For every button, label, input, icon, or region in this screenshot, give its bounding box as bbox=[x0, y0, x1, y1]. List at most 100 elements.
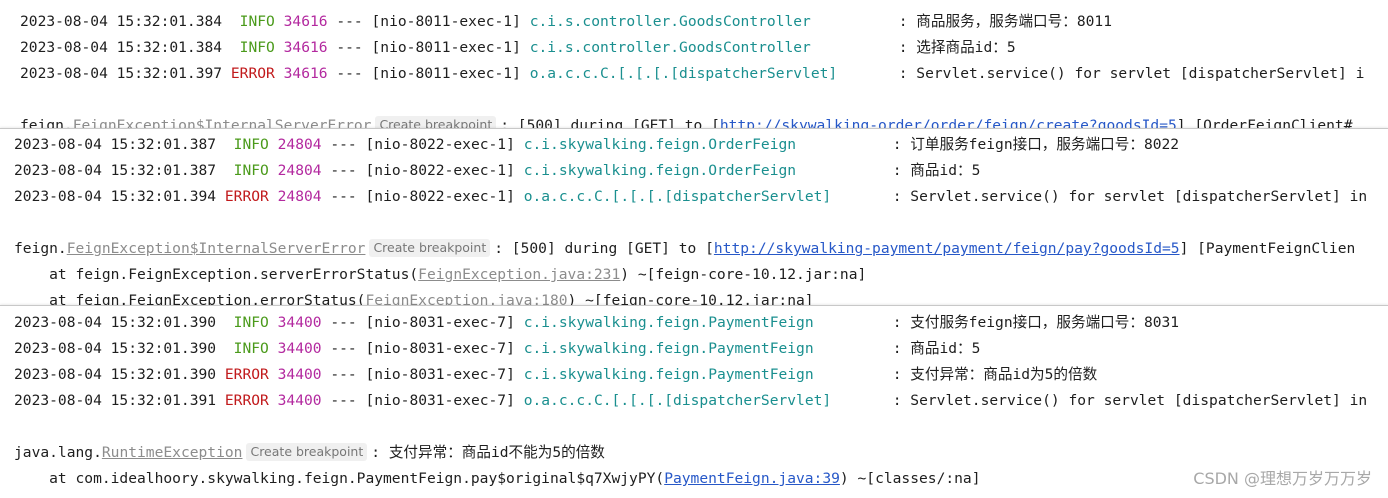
log-timestamp: 2023-08-04 15:32:01.387 bbox=[14, 136, 217, 153]
exception-line: java.lang.RuntimeException Create breakpo… bbox=[14, 440, 605, 466]
log-line: 2023-08-04 15:32:01.391 ERROR 34400 --- … bbox=[14, 392, 1368, 409]
exception-package: java.lang. bbox=[14, 444, 102, 461]
log-message: 商品id：5 bbox=[910, 340, 981, 357]
stack-frame-jar: ) ~[feign-core-10.12.jar:na] bbox=[620, 266, 867, 283]
log-pid: 34400 bbox=[277, 392, 322, 409]
log-separator: --- bbox=[330, 340, 357, 357]
log-separator: --- bbox=[330, 314, 357, 331]
log-thread: [nio-8031-exec-7] bbox=[365, 314, 515, 331]
log-message: 商品服务，服务端口号：8011 bbox=[916, 13, 1112, 30]
log-pid: 24804 bbox=[277, 162, 322, 179]
log-timestamp: 2023-08-04 15:32:01.384 bbox=[20, 39, 223, 56]
console-panel-order-service: 2023-08-04 15:32:01.387 INFO 24804 --- [… bbox=[0, 128, 1388, 307]
stack-frame: at feign.FeignException.serverErrorStatu… bbox=[14, 262, 866, 288]
log-pid: 34400 bbox=[277, 366, 322, 383]
log-level: INFO bbox=[239, 39, 275, 56]
stack-frame-jar: ) ~[classes/:na] bbox=[839, 470, 981, 487]
log-pid: 24804 bbox=[277, 188, 322, 205]
log-line: 2023-08-04 15:32:01.394 ERROR 24804 --- … bbox=[14, 188, 1368, 205]
stack-frame-method: at feign.FeignException.serverErrorStatu… bbox=[14, 266, 419, 283]
log-thread: [nio-8011-exec-1] bbox=[371, 65, 521, 82]
stack-frame-source-link[interactable]: PaymentFeign.java:39 bbox=[664, 470, 840, 487]
stack-frame: at com.idealhoory.skywalking.feign.Payme… bbox=[14, 466, 981, 492]
log-separator: --- bbox=[336, 39, 363, 56]
log-separator: --- bbox=[330, 392, 357, 409]
log-level: INFO bbox=[233, 162, 269, 179]
log-line: 2023-08-04 15:32:01.390 INFO 34400 --- [… bbox=[14, 314, 1180, 331]
log-pid: 34400 bbox=[277, 314, 322, 331]
exception-package: feign. bbox=[14, 240, 67, 257]
log-separator: --- bbox=[330, 366, 357, 383]
log-logger: o.a.c.c.C.[.[.[.[dispatcherServlet] bbox=[529, 65, 838, 82]
log-timestamp: 2023-08-04 15:32:01.387 bbox=[14, 162, 217, 179]
log-logger: c.i.s.controller.GoodsController bbox=[529, 13, 811, 30]
log-line: 2023-08-04 15:32:01.390 ERROR 34400 --- … bbox=[14, 366, 1098, 383]
log-level: ERROR bbox=[224, 392, 269, 409]
log-logger: c.i.skywalking.feign.OrderFeign bbox=[523, 136, 797, 153]
log-logger: o.a.c.c.C.[.[.[.[dispatcherServlet] bbox=[523, 188, 832, 205]
exception-class-link[interactable]: FeignException$InternalServerError bbox=[67, 240, 366, 257]
log-timestamp: 2023-08-04 15:32:01.397 bbox=[20, 65, 223, 82]
log-separator: --- bbox=[336, 65, 363, 82]
log-level: ERROR bbox=[224, 188, 269, 205]
log-timestamp: 2023-08-04 15:32:01.390 bbox=[14, 340, 217, 357]
log-pid: 34616 bbox=[283, 39, 328, 56]
log-thread: [nio-8031-exec-7] bbox=[365, 366, 515, 383]
log-level: ERROR bbox=[224, 366, 269, 383]
log-line: 2023-08-04 15:32:01.387 INFO 24804 --- [… bbox=[14, 136, 1180, 153]
log-logger: c.i.s.controller.GoodsController bbox=[529, 39, 811, 56]
exception-line: feign.FeignException$InternalServerError… bbox=[14, 236, 1355, 262]
log-thread: [nio-8011-exec-1] bbox=[371, 13, 521, 30]
log-line: 2023-08-04 15:32:01.384 INFO 34616 --- [… bbox=[20, 39, 1016, 56]
stack-frame-method: at com.idealhoory.skywalking.feign.Payme… bbox=[14, 470, 665, 487]
log-thread: [nio-8031-exec-7] bbox=[365, 340, 515, 357]
log-timestamp: 2023-08-04 15:32:01.390 bbox=[14, 366, 217, 383]
log-level: ERROR bbox=[230, 65, 275, 82]
log-line: 2023-08-04 15:32:01.397 ERROR 34616 --- … bbox=[20, 65, 1365, 82]
create-breakpoint-button[interactable]: Create breakpoint bbox=[246, 443, 368, 461]
stack-frame-source-link[interactable]: FeignException.java:231 bbox=[418, 266, 620, 283]
log-message: 选择商品id：5 bbox=[916, 39, 1016, 56]
exception-message: : [500] during [GET] to [ bbox=[494, 240, 714, 257]
create-breakpoint-button[interactable]: Create breakpoint bbox=[369, 239, 491, 257]
log-level: INFO bbox=[233, 340, 269, 357]
log-logger: c.i.skywalking.feign.PaymentFeign bbox=[523, 314, 814, 331]
log-logger: c.i.skywalking.feign.PaymentFeign bbox=[523, 340, 814, 357]
log-line: 2023-08-04 15:32:01.387 INFO 24804 --- [… bbox=[14, 162, 981, 179]
log-pid: 34616 bbox=[283, 65, 328, 82]
log-level: INFO bbox=[233, 314, 269, 331]
log-message: 支付服务feign接口，服务端口号：8031 bbox=[910, 314, 1180, 331]
exception-tail: ] [PaymentFeignClien bbox=[1179, 240, 1356, 257]
exception-class-link[interactable]: RuntimeException bbox=[102, 444, 243, 461]
log-message: 支付异常：商品id为5的倍数 bbox=[910, 366, 1098, 383]
log-thread: [nio-8022-exec-1] bbox=[365, 188, 515, 205]
log-logger: o.a.c.c.C.[.[.[.[dispatcherServlet] bbox=[523, 392, 832, 409]
log-level: INFO bbox=[239, 13, 275, 30]
log-line: 2023-08-04 15:32:01.390 INFO 34400 --- [… bbox=[14, 340, 981, 357]
log-thread: [nio-8011-exec-1] bbox=[371, 39, 521, 56]
log-thread: [nio-8022-exec-1] bbox=[365, 162, 515, 179]
log-thread: [nio-8031-exec-7] bbox=[365, 392, 515, 409]
log-separator: --- bbox=[330, 162, 357, 179]
log-separator: --- bbox=[330, 188, 357, 205]
log-separator: --- bbox=[336, 13, 363, 30]
log-timestamp: 2023-08-04 15:32:01.384 bbox=[20, 13, 223, 30]
log-logger: c.i.skywalking.feign.PaymentFeign bbox=[523, 366, 814, 383]
log-pid: 34400 bbox=[277, 340, 322, 357]
exception-message: : 支付异常：商品id不能为5的倍数 bbox=[371, 444, 605, 461]
csdn-watermark: CSDN @理想万岁万万岁 bbox=[1193, 469, 1372, 488]
log-message: 订单服务feign接口，服务端口号：8022 bbox=[910, 136, 1180, 153]
log-thread: [nio-8022-exec-1] bbox=[365, 136, 515, 153]
log-message: Servlet.service() for servlet [dispatche… bbox=[916, 65, 1365, 82]
log-level: INFO bbox=[233, 136, 269, 153]
log-separator: --- bbox=[330, 136, 357, 153]
log-message: Servlet.service() for servlet [dispatche… bbox=[910, 392, 1368, 409]
console-panel-goods-service: 2023-08-04 15:32:01.384 INFO 34616 --- [… bbox=[0, 0, 1388, 132]
log-message: 商品id：5 bbox=[910, 162, 981, 179]
console-panel-payment-service: 2023-08-04 15:32:01.390 INFO 34400 --- [… bbox=[0, 305, 1388, 498]
log-line: 2023-08-04 15:32:01.384 INFO 34616 --- [… bbox=[20, 13, 1112, 30]
log-pid: 34616 bbox=[283, 13, 328, 30]
exception-url-link[interactable]: http://skywalking-payment/payment/feign/… bbox=[714, 240, 1180, 257]
log-pid: 24804 bbox=[277, 136, 322, 153]
log-timestamp: 2023-08-04 15:32:01.394 bbox=[14, 188, 217, 205]
